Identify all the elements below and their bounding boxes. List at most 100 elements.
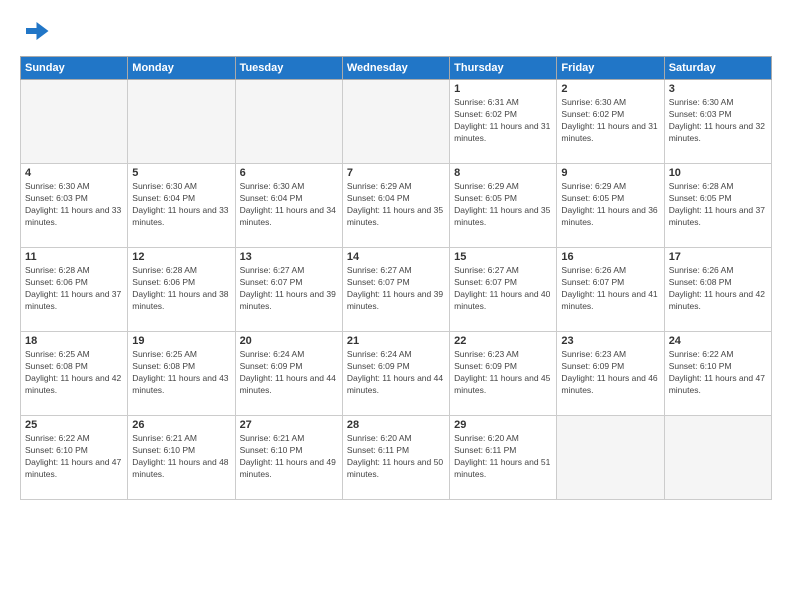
calendar-cell: 29 Sunrise: 6:20 AMSunset: 6:11 PMDayligh… [450,416,557,500]
day-info: Sunrise: 6:22 AMSunset: 6:10 PMDaylight:… [669,349,767,397]
day-info: Sunrise: 6:29 AMSunset: 6:05 PMDaylight:… [561,181,659,229]
header [20,16,772,46]
day-number: 8 [454,167,552,179]
day-info: Sunrise: 6:23 AMSunset: 6:09 PMDaylight:… [454,349,552,397]
day-info: Sunrise: 6:30 AMSunset: 6:04 PMDaylight:… [132,181,230,229]
calendar-cell: 7Sunrise: 6:29 AMSunset: 6:04 PMDaylight… [342,164,449,248]
day-info: Sunrise: 6:28 AMSunset: 6:06 PMDaylight:… [25,265,123,313]
day-info: Sunrise: 6:27 AMSunset: 6:07 PMDaylight:… [240,265,338,313]
day-info: Sunrise: 6:26 AMSunset: 6:08 PMDaylight:… [669,265,767,313]
calendar-cell: 20Sunrise: 6:24 AMSunset: 6:09 PMDayligh… [235,332,342,416]
day-number: 12 [132,251,230,263]
day-number: 16 [561,251,659,263]
calendar-cell: 10 Sunrise: 6:28 AMSunset: 6:05 PMDayligh… [664,164,771,248]
calendar-cell [557,416,664,500]
calendar-cell: 6 Sunrise: 6:30 AMSunset: 6:04 PMDaylight… [235,164,342,248]
day-number: 28 [347,419,445,431]
calendar-header-saturday: Saturday [664,57,771,80]
logo-icon [20,16,50,46]
day-info: Sunrise: 6:21 AMSunset: 6:10 PMDaylight:… [240,433,338,481]
calendar-cell: 12 Sunrise: 6:28 AMSunset: 6:06 PMDayligh… [128,248,235,332]
day-number: 24 [669,335,767,347]
day-info: Sunrise: 6:27 AMSunset: 6:07 PMDaylight:… [347,265,445,313]
calendar-cell: 14 Sunrise: 6:27 AMSunset: 6:07 PMDayligh… [342,248,449,332]
calendar-cell: 17 Sunrise: 6:26 AMSunset: 6:08 PMDayligh… [664,248,771,332]
calendar-header-thursday: Thursday [450,57,557,80]
calendar-week-row: 18 Sunrise: 6:25 AMSunset: 6:08 PMDayligh… [21,332,772,416]
day-number: 1 [454,83,552,95]
calendar-cell: 11Sunrise: 6:28 AMSunset: 6:06 PMDayligh… [21,248,128,332]
calendar-cell [128,80,235,164]
calendar-cell: 3 Sunrise: 6:30 AMSunset: 6:03 PMDaylight… [664,80,771,164]
day-number: 2 [561,83,659,95]
calendar-cell: 2 Sunrise: 6:30 AMSunset: 6:02 PMDaylight… [557,80,664,164]
logo [20,16,54,46]
day-number: 21 [347,335,445,347]
calendar-cell [21,80,128,164]
day-number: 18 [25,335,123,347]
calendar-cell: 8 Sunrise: 6:29 AMSunset: 6:05 PMDaylight… [450,164,557,248]
day-number: 27 [240,419,338,431]
calendar-cell: 24 Sunrise: 6:22 AMSunset: 6:10 PMDayligh… [664,332,771,416]
calendar-cell: 28 Sunrise: 6:20 AMSunset: 6:11 PMDayligh… [342,416,449,500]
day-info: Sunrise: 6:21 AMSunset: 6:10 PMDaylight:… [132,433,230,481]
day-number: 25 [25,419,123,431]
calendar-cell [235,80,342,164]
calendar-cell: 21Sunrise: 6:24 AMSunset: 6:09 PMDayligh… [342,332,449,416]
calendar-cell: 9 Sunrise: 6:29 AMSunset: 6:05 PMDaylight… [557,164,664,248]
calendar-cell [342,80,449,164]
calendar-header-sunday: Sunday [21,57,128,80]
calendar-cell: 26 Sunrise: 6:21 AMSunset: 6:10 PMDayligh… [128,416,235,500]
day-info: Sunrise: 6:27 AMSunset: 6:07 PMDaylight:… [454,265,552,313]
day-number: 7 [347,167,445,179]
page: SundayMondayTuesdayWednesdayThursdayFrid… [0,0,792,612]
day-number: 6 [240,167,338,179]
day-info: Sunrise: 6:22 AMSunset: 6:10 PMDaylight:… [25,433,123,481]
calendar: SundayMondayTuesdayWednesdayThursdayFrid… [20,56,772,500]
calendar-cell: 23 Sunrise: 6:23 AMSunset: 6:09 PMDayligh… [557,332,664,416]
day-number: 5 [132,167,230,179]
day-info: Sunrise: 6:30 AMSunset: 6:04 PMDaylight:… [240,181,338,229]
day-number: 13 [240,251,338,263]
day-info: Sunrise: 6:24 AMSunset: 6:09 PMDaylight:… [240,349,338,397]
day-number: 15 [454,251,552,263]
day-info: Sunrise: 6:30 AMSunset: 6:03 PMDaylight:… [669,97,767,145]
calendar-header-friday: Friday [557,57,664,80]
calendar-cell: 27 Sunrise: 6:21 AMSunset: 6:10 PMDayligh… [235,416,342,500]
calendar-week-row: 11Sunrise: 6:28 AMSunset: 6:06 PMDayligh… [21,248,772,332]
day-info: Sunrise: 6:25 AMSunset: 6:08 PMDaylight:… [25,349,123,397]
day-number: 19 [132,335,230,347]
day-number: 3 [669,83,767,95]
day-info: Sunrise: 6:30 AMSunset: 6:02 PMDaylight:… [561,97,659,145]
day-number: 17 [669,251,767,263]
day-info: Sunrise: 6:28 AMSunset: 6:06 PMDaylight:… [132,265,230,313]
calendar-cell: 5 Sunrise: 6:30 AMSunset: 6:04 PMDaylight… [128,164,235,248]
day-info: Sunrise: 6:25 AMSunset: 6:08 PMDaylight:… [132,349,230,397]
calendar-cell [664,416,771,500]
day-info: Sunrise: 6:20 AMSunset: 6:11 PMDaylight:… [454,433,552,481]
calendar-cell: 13 Sunrise: 6:27 AMSunset: 6:07 PMDayligh… [235,248,342,332]
calendar-cell: 19 Sunrise: 6:25 AMSunset: 6:08 PMDayligh… [128,332,235,416]
day-number: 9 [561,167,659,179]
day-info: Sunrise: 6:28 AMSunset: 6:05 PMDaylight:… [669,181,767,229]
day-number: 14 [347,251,445,263]
calendar-header-wednesday: Wednesday [342,57,449,80]
calendar-cell: 25 Sunrise: 6:22 AMSunset: 6:10 PMDayligh… [21,416,128,500]
calendar-week-row: 25 Sunrise: 6:22 AMSunset: 6:10 PMDayligh… [21,416,772,500]
day-info: Sunrise: 6:23 AMSunset: 6:09 PMDaylight:… [561,349,659,397]
calendar-header-tuesday: Tuesday [235,57,342,80]
day-number: 29 [454,419,552,431]
day-number: 22 [454,335,552,347]
day-info: Sunrise: 6:20 AMSunset: 6:11 PMDaylight:… [347,433,445,481]
day-number: 26 [132,419,230,431]
day-info: Sunrise: 6:31 AMSunset: 6:02 PMDaylight:… [454,97,552,145]
calendar-cell: 16Sunrise: 6:26 AMSunset: 6:07 PMDayligh… [557,248,664,332]
day-number: 4 [25,167,123,179]
day-number: 10 [669,167,767,179]
calendar-cell: 15 Sunrise: 6:27 AMSunset: 6:07 PMDayligh… [450,248,557,332]
day-info: Sunrise: 6:29 AMSunset: 6:05 PMDaylight:… [454,181,552,229]
calendar-week-row: 1 Sunrise: 6:31 AMSunset: 6:02 PMDaylight… [21,80,772,164]
day-info: Sunrise: 6:30 AMSunset: 6:03 PMDaylight:… [25,181,123,229]
day-number: 23 [561,335,659,347]
calendar-week-row: 4 Sunrise: 6:30 AMSunset: 6:03 PMDaylight… [21,164,772,248]
